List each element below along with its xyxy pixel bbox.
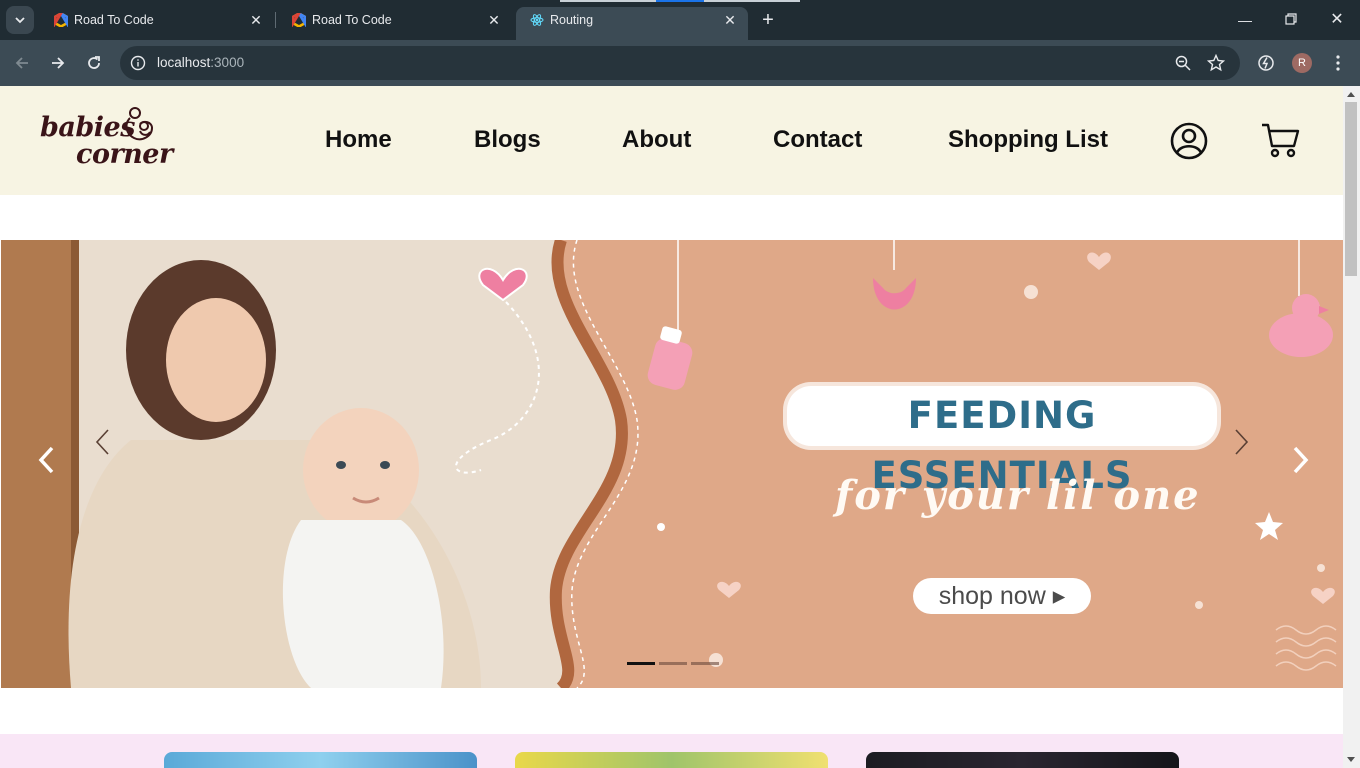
category-card-1[interactable] [164,752,477,768]
site-info-icon[interactable] [130,55,146,71]
banner-thin-left-arrow-icon [87,422,117,462]
close-tab-icon[interactable]: ✕ [486,12,502,28]
chevron-down-icon [15,17,25,24]
forward-arrow-icon[interactable] [47,52,69,74]
colorful-hexagon-icon [292,13,306,27]
browser-tab-strip: Road To Code ✕ Road To Code ✕ Routing ✕ … [0,0,1360,40]
browser-tab-3-active[interactable]: Routing ✕ [516,7,748,40]
close-window-icon[interactable]: ✕ [1325,8,1349,32]
carousel-indicator-3[interactable] [691,662,719,665]
scrollbar-thumb[interactable] [1345,102,1357,276]
restore-window-icon[interactable] [1279,8,1303,32]
nav-link-contact[interactable]: Contact [773,126,862,154]
category-card-2[interactable] [515,752,828,768]
tab-title: Routing [550,13,594,27]
close-tab-icon[interactable]: ✕ [722,12,738,28]
colorful-hexagon-icon [54,13,68,27]
bookmark-star-icon[interactable] [1207,54,1225,72]
cart-icon[interactable] [1260,122,1300,158]
react-atom-icon [530,14,544,26]
scroll-down-icon[interactable] [1347,757,1355,762]
loading-strip [560,0,800,2]
nav-link-shopping-list[interactable]: Shopping List [948,126,1108,154]
category-card-3[interactable] [866,752,1179,768]
zoom-out-icon[interactable] [1174,54,1192,72]
category-cards-section [0,734,1343,768]
site-header: babies corner Home Blogs About Contact S… [0,86,1343,195]
nav-link-blogs[interactable]: Blogs [474,126,541,154]
banner-title: FEEDING ESSENTIALS [787,386,1217,497]
chevron-right-icon [1293,446,1309,474]
minimize-window-icon[interactable]: — [1233,8,1257,32]
browser-tab-2[interactable]: Road To Code ✕ [278,0,512,40]
browser-tab-1[interactable]: Road To Code ✕ [40,0,274,40]
nav-link-about[interactable]: About [622,126,691,154]
url-text: localhost:3000 [157,55,245,70]
carousel-indicator-1[interactable] [627,662,655,665]
carousel-indicators [627,662,719,666]
carousel-next-button[interactable] [1286,440,1316,480]
page-scrollbar[interactable] [1343,86,1360,768]
shop-now-button[interactable]: shop now ▸ [913,578,1091,614]
close-tab-icon[interactable]: ✕ [248,12,264,28]
reload-icon[interactable] [83,52,105,74]
tab-divider [275,12,276,28]
scroll-up-icon[interactable] [1347,92,1355,97]
back-arrow-icon[interactable] [11,52,33,74]
mother-baby-logo-icon [125,107,154,141]
banner-image [1,240,1343,688]
nav-link-home[interactable]: Home [325,126,392,154]
chevron-left-icon [38,446,54,474]
carousel-indicator-2[interactable] [659,662,687,665]
site-logo[interactable]: babies corner [38,104,173,174]
address-bar[interactable]: localhost:3000 [120,46,1240,80]
browser-menu-icon[interactable] [1327,52,1349,74]
banner-thin-right-arrow-icon [1227,422,1257,462]
tab-search-button[interactable] [6,6,34,34]
carousel-slide: FEEDING ESSENTIALS for your lil one shop… [1,240,1343,688]
profile-avatar[interactable]: R [1292,53,1312,73]
new-tab-button[interactable]: + [758,10,778,30]
carousel-prev-button[interactable] [31,440,61,480]
web-page: babies corner Home Blogs About Contact S… [0,86,1343,768]
user-icon[interactable] [1170,122,1208,160]
extensions-icon[interactable] [1255,52,1277,74]
tab-title: Road To Code [74,13,154,27]
hero-carousel: FEEDING ESSENTIALS for your lil one shop… [1,240,1343,688]
browser-toolbar: localhost:3000 R [0,40,1360,86]
tab-title: Road To Code [312,13,392,27]
banner-subtitle: for your lil one [835,472,1201,519]
